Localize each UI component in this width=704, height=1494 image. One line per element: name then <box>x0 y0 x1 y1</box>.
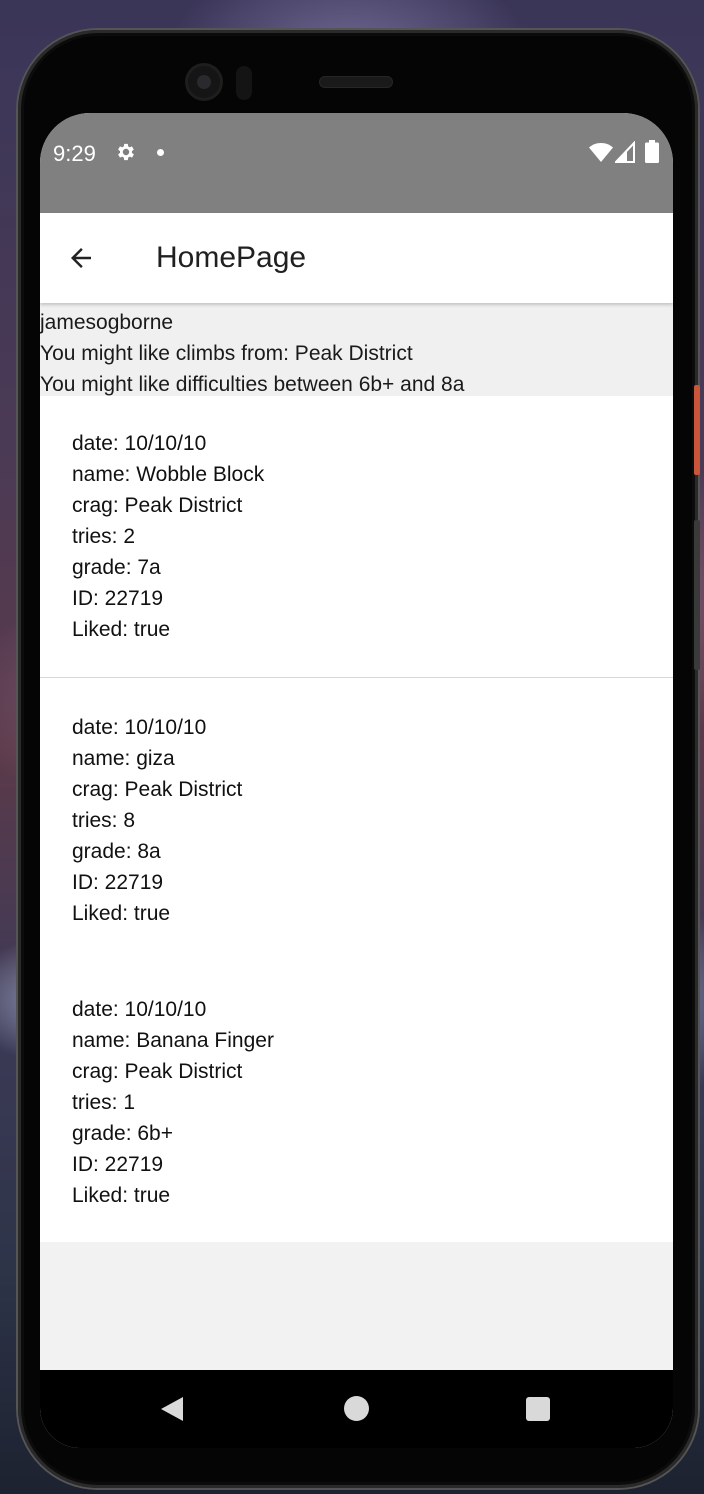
notification-dot-icon <box>157 149 164 156</box>
climb-grade: grade: 6b+ <box>72 1122 174 1145</box>
status-bar: 9:29 <box>40 113 673 213</box>
climb-name: name: Wobble Block <box>72 463 265 486</box>
arrow-left-icon[interactable] <box>66 243 96 273</box>
climb-id: ID: 22719 <box>72 871 164 894</box>
profile-summary: jamesogborne You might like climbs from:… <box>40 303 673 396</box>
climb-crag: crag: Peak District <box>72 494 243 517</box>
climb-grade: grade: 8a <box>72 840 161 863</box>
climb-id: ID: 22719 <box>72 587 164 610</box>
proximity-sensor <box>236 66 252 100</box>
system-nav-bar <box>40 1370 673 1448</box>
back-triangle-icon[interactable] <box>160 1396 184 1422</box>
climb-card[interactable]: date: 10/10/10 name: giza crag: Peak Dis… <box>40 678 673 960</box>
climb-id: ID: 22719 <box>72 1153 164 1176</box>
climb-grade: grade: 7a <box>72 556 161 579</box>
battery-icon <box>645 140 659 163</box>
climb-list: date: 10/10/10 name: Wobble Block crag: … <box>40 396 673 1242</box>
crag-suggestion: You might like climbs from: Peak Distric… <box>40 342 413 365</box>
front-camera <box>188 66 220 98</box>
page-title: HomePage <box>156 241 307 274</box>
climb-name: name: giza <box>72 747 175 770</box>
climb-liked: Liked: true <box>72 1184 171 1207</box>
climb-date: date: 10/10/10 <box>72 716 207 739</box>
app-bar: HomePage <box>40 213 673 303</box>
status-time: 9:29 <box>53 141 96 166</box>
recents-square-icon[interactable] <box>526 1397 550 1421</box>
earpiece-speaker <box>320 77 392 87</box>
climb-liked: Liked: true <box>72 902 171 925</box>
climb-card[interactable]: date: 10/10/10 name: Wobble Block crag: … <box>40 396 673 678</box>
gear-icon <box>118 143 134 161</box>
climb-tries: tries: 2 <box>72 525 136 548</box>
climb-liked: Liked: true <box>72 618 171 641</box>
climb-date: date: 10/10/10 <box>72 432 207 455</box>
climb-crag: crag: Peak District <box>72 778 243 801</box>
signal-icon <box>615 141 635 163</box>
username: jamesogborne <box>40 311 174 334</box>
wifi-icon <box>589 143 613 162</box>
volume-button <box>694 520 700 670</box>
climb-name: name: Banana Finger <box>72 1029 274 1052</box>
climb-tries: tries: 8 <box>72 809 136 832</box>
climb-tries: tries: 1 <box>72 1091 136 1114</box>
climb-date: date: 10/10/10 <box>72 998 207 1021</box>
power-button <box>694 385 700 475</box>
climb-card[interactable]: date: 10/10/10 name: Banana Finger crag:… <box>40 960 673 1242</box>
screen: 9:29 HomePage jamesogborne You might lik… <box>40 113 673 1448</box>
climb-crag: crag: Peak District <box>72 1060 243 1083</box>
home-circle-icon[interactable] <box>344 1396 369 1421</box>
